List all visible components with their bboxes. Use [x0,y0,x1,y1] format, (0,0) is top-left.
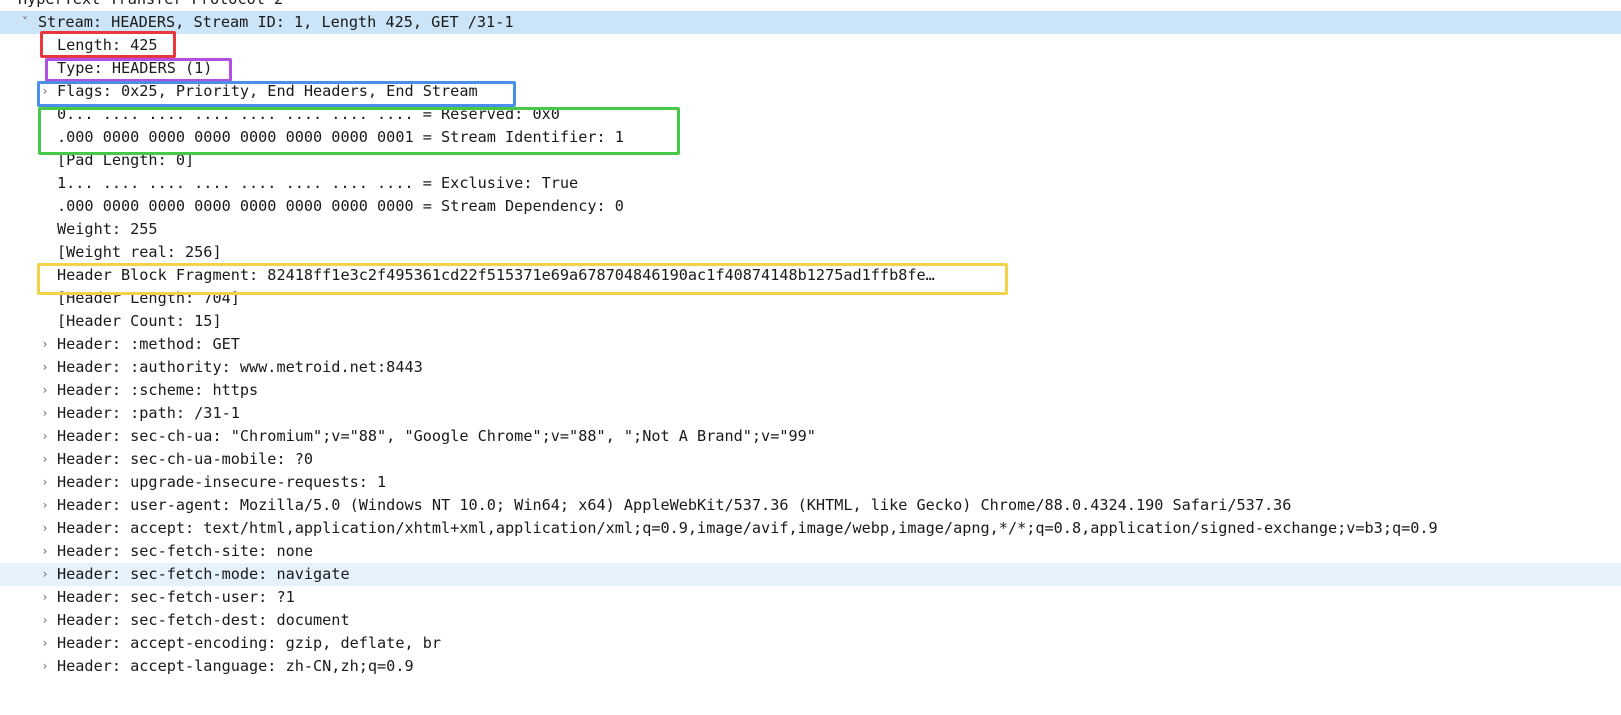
tree-row-label: Header: sec-fetch-dest: document [57,611,350,629]
tree-row-label: Header: accept-encoding: gzip, deflate, … [57,634,442,652]
tree-row-label: .000 0000 0000 0000 0000 0000 0000 0000 … [57,197,624,215]
tree-row-header-authority-www-metroid-net-8443[interactable]: › Header: :authority: www.metroid.net:844… [0,356,1621,379]
tree-row-header-length-704[interactable]: [Header Length: 704] [0,287,1621,310]
expand-chevron-right-icon[interactable]: › [38,540,52,563]
tree-row-label: HyperText Transfer Protocol 2 [18,0,283,11]
expand-chevron-right-icon[interactable]: › [38,655,52,678]
expand-chevron-right-icon[interactable]: › [38,402,52,425]
tree-row-header-sec-ch-ua-mobile-0[interactable]: › Header: sec-ch-ua-mobile: ?0 [0,448,1621,471]
tree-row-label: Header: user-agent: Mozilla/5.0 (Windows… [57,496,1292,514]
tree-row-label: [Pad Length: 0] [57,151,195,169]
tree-row-label: Header Block Fragment: 82418ff1e3c2f4953… [57,266,935,284]
expand-chevron-right-icon[interactable]: › [38,333,52,356]
tree-row-000-0000-0000-0000-0000-0000-0000-0000-s[interactable]: .000 0000 0000 0000 0000 0000 0000 0000 … [0,195,1621,218]
tree-row-label: Length: 425 [57,36,158,54]
tree-row-header-method-get[interactable]: › Header: :method: GET [0,333,1621,356]
expand-chevron-right-icon[interactable]: › [38,356,52,379]
expand-chevron-right-icon[interactable]: › [38,379,52,402]
tree-row-label: Header: sec-fetch-site: none [57,542,314,560]
tree-row-label: 1... .... .... .... .... .... .... .... … [57,174,579,192]
tree-row-1-exclusive-true[interactable]: 1... .... .... .... .... .... .... .... … [0,172,1621,195]
tree-row-label: Flags: 0x25, Priority, End Headers, End … [57,82,478,100]
expand-chevron-down-icon[interactable]: ˅ [18,11,32,34]
tree-row-label: Stream: HEADERS, Stream ID: 1, Length 42… [38,13,514,31]
expand-chevron-right-icon[interactable]: › [38,448,52,471]
tree-row-header-user-agent-mozilla-5-0-windows-nt[interactable]: › Header: user-agent: Mozilla/5.0 (Window… [0,494,1621,517]
tree-row-weight-255[interactable]: Weight: 255 [0,218,1621,241]
tree-row-label: Header: sec-ch-ua: "Chromium";v="88", "G… [57,427,816,445]
tree-row-label: Header: :method: GET [57,335,240,353]
tree-row-flags-0x25-priority-end-headers-end-stre[interactable]: › Flags: 0x25, Priority, End Headers, End… [0,80,1621,103]
tree-row-label: Header: accept: text/html,application/xh… [57,519,1438,537]
tree-row-stream-headers-stream-id-1-length-425-ge[interactable]: ˅ Stream: HEADERS, Stream ID: 1, Length 4… [0,11,1621,34]
tree-row-label: Header: upgrade-insecure-requests: 1 [57,473,387,491]
expand-chevron-right-icon[interactable]: › [38,425,52,448]
tree-row-length-425[interactable]: Length: 425 [0,34,1621,57]
tree-row-label: Header: :path: /31-1 [57,404,240,422]
tree-row-label: [Header Count: 15] [57,312,222,330]
tree-row-header-block-fragment-82418ff1e3c2f49536[interactable]: Header Block Fragment: 82418ff1e3c2f4953… [0,264,1621,287]
tree-row-header-scheme-https[interactable]: › Header: :scheme: https [0,379,1621,402]
tree-row-header-sec-fetch-site-none[interactable]: › Header: sec-fetch-site: none [0,540,1621,563]
expand-chevron-right-icon[interactable]: › [38,609,52,632]
tree-row-header-accept-text-html-application-xhtm[interactable]: › Header: accept: text/html,application/x… [0,517,1621,540]
expand-chevron-right-icon[interactable]: › [38,80,52,103]
tree-row-hypertext-transfer-protocol-2[interactable]: ˅HyperText Transfer Protocol 2 [0,0,1621,11]
tree-row-label: [Weight real: 256] [57,243,222,261]
tree-row-header-count-15[interactable]: [Header Count: 15] [0,310,1621,333]
tree-row-000-0000-0000-0000-0000-0000-0000-0001-s[interactable]: .000 0000 0000 0000 0000 0000 0000 0001 … [0,126,1621,149]
tree-row-label: 0... .... .... .... .... .... .... .... … [57,105,560,123]
tree-row-header-sec-fetch-mode-navigate[interactable]: › Header: sec-fetch-mode: navigate [0,563,1621,586]
expand-chevron-right-icon[interactable]: › [38,471,52,494]
tree-row-header-path-31-1[interactable]: › Header: :path: /31-1 [0,402,1621,425]
tree-row-header-upgrade-insecure-requests-1[interactable]: › Header: upgrade-insecure-requests: 1 [0,471,1621,494]
tree-row-header-accept-encoding-gzip-deflate-br[interactable]: › Header: accept-encoding: gzip, deflate,… [0,632,1621,655]
expand-chevron-right-icon[interactable]: › [38,494,52,517]
tree-row-label: Header: accept-language: zh-CN,zh;q=0.9 [57,657,414,675]
tree-row-header-sec-fetch-user-1[interactable]: › Header: sec-fetch-user: ?1 [0,586,1621,609]
tree-row-header-accept-language-zh-cn-zh-q-0-9[interactable]: › Header: accept-language: zh-CN,zh;q=0.9 [0,655,1621,678]
tree-row-pad-length-0[interactable]: [Pad Length: 0] [0,149,1621,172]
tree-row-label: Header: sec-fetch-user: ?1 [57,588,295,606]
expand-chevron-right-icon[interactable]: › [38,563,52,586]
tree-row-label: Header: sec-ch-ua-mobile: ?0 [57,450,314,468]
tree-row-type-headers-1[interactable]: Type: HEADERS (1) [0,57,1621,80]
tree-row-label: Header: :authority: www.metroid.net:8443 [57,358,423,376]
tree-row-header-sec-ch-ua-chromium-v-88-google-ch[interactable]: › Header: sec-ch-ua: "Chromium";v="88", "… [0,425,1621,448]
tree-row-label: [Header Length: 704] [57,289,240,307]
tree-row-label: Header: :scheme: https [57,381,259,399]
tree-row-weight-real-256[interactable]: [Weight real: 256] [0,241,1621,264]
tree-row-label: Header: sec-fetch-mode: navigate [57,565,350,583]
expand-chevron-right-icon[interactable]: › [38,586,52,609]
expand-chevron-down-icon[interactable]: ˅ [4,0,18,11]
tree-row-label: Weight: 255 [57,220,158,238]
expand-chevron-right-icon[interactable]: › [38,632,52,655]
tree-row-header-sec-fetch-dest-document[interactable]: › Header: sec-fetch-dest: document [0,609,1621,632]
tree-row-label: Type: HEADERS (1) [57,59,213,77]
tree-row-label: .000 0000 0000 0000 0000 0000 0000 0001 … [57,128,624,146]
tree-row-0-reserved-0x0[interactable]: 0... .... .... .... .... .... .... .... … [0,103,1621,126]
expand-chevron-right-icon[interactable]: › [38,517,52,540]
